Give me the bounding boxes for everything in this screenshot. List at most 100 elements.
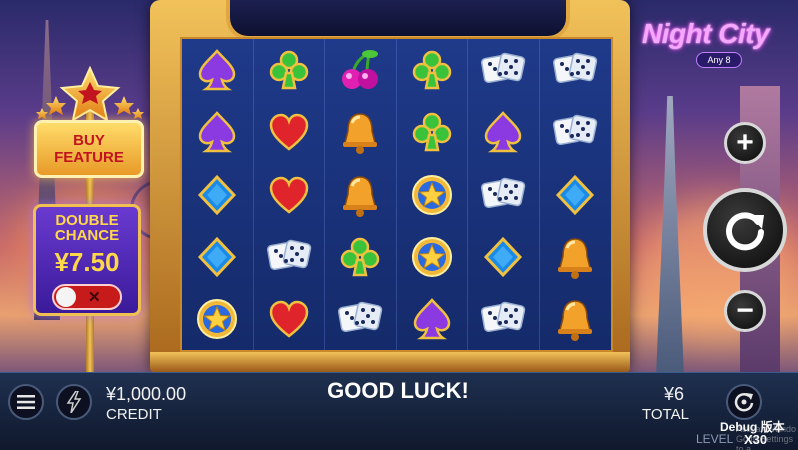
- status-message: GOOD LUCK!: [327, 378, 469, 403]
- reel-cell: [540, 288, 612, 350]
- reel-cell: [397, 163, 468, 225]
- club-icon: [409, 109, 455, 155]
- spade-icon: [194, 109, 240, 155]
- reel-grid: [180, 37, 613, 352]
- buy-feature-label-line2: FEATURE: [54, 149, 124, 166]
- reel-cell: [325, 288, 396, 350]
- credit-label: CREDIT: [106, 406, 162, 423]
- minus-icon: −: [736, 294, 754, 327]
- reel-cell: [325, 101, 396, 163]
- reel-column: [540, 39, 612, 350]
- spin-button[interactable]: [703, 188, 787, 272]
- decrease-bet-button[interactable]: −: [724, 290, 766, 332]
- bell-icon: [552, 234, 598, 280]
- reel-cell: [182, 39, 253, 101]
- lightning-icon: [66, 391, 82, 413]
- reel-cell: [540, 39, 612, 101]
- double-chance-label-line1: DOUBLE: [55, 212, 119, 229]
- reel-column: [397, 39, 468, 350]
- autoplay-button[interactable]: [726, 384, 762, 420]
- reel-column: [182, 39, 254, 350]
- cherry-icon: [337, 47, 383, 93]
- reel-header-panel: [226, 0, 570, 40]
- stars-decoration-icon: [36, 66, 144, 122]
- reel-column: [468, 39, 540, 350]
- game-logo: Night City Any 8: [640, 10, 798, 72]
- reel-cell: [254, 288, 325, 350]
- diamond-icon: [194, 234, 240, 280]
- club-icon: [409, 47, 455, 93]
- dice-icon: [480, 172, 526, 218]
- reel-cell: [254, 226, 325, 288]
- double-chance-panel: DOUBLE CHANCE ¥7.50 ✕: [33, 204, 141, 316]
- dice-icon: [480, 296, 526, 342]
- diamond-icon: [552, 172, 598, 218]
- buy-feature-label-line1: BUY: [73, 132, 105, 149]
- dice-icon: [552, 109, 598, 155]
- reel-cell: [468, 163, 539, 225]
- reel-cell: [397, 39, 468, 101]
- reel-cell: [325, 39, 396, 101]
- star-coin-icon: [409, 234, 455, 280]
- total-bet-value: ¥6: [664, 384, 685, 404]
- reel-frame-base: [150, 352, 630, 372]
- reel-cell: [182, 163, 253, 225]
- club-icon: [337, 234, 383, 280]
- double-chance-label-line2: CHANCE: [54, 227, 120, 244]
- reel-cell: [182, 101, 253, 163]
- reel-cell: [397, 226, 468, 288]
- reel-cell: [254, 39, 325, 101]
- reel-cell: [254, 163, 325, 225]
- os-activation-watermark: Activate Windo Go to Settings to a: [736, 424, 798, 450]
- reel-cell: [468, 288, 539, 350]
- spade-icon: [480, 109, 526, 155]
- increase-bet-button[interactable]: +: [724, 122, 766, 164]
- reel-cell: [468, 101, 539, 163]
- reel-cell: [182, 226, 253, 288]
- double-chance-toggle[interactable]: ✕: [52, 284, 122, 310]
- refresh-icon: [726, 212, 764, 251]
- logo-title: Night City: [642, 18, 770, 49]
- reel-cell: [325, 226, 396, 288]
- star-coin-icon: [194, 296, 240, 342]
- reel-cell: [468, 226, 539, 288]
- menu-button[interactable]: [8, 384, 44, 420]
- dice-icon: [337, 296, 383, 342]
- os-watermark-line1: Activate Windo: [736, 424, 797, 434]
- os-watermark-line2: Go to Settings to a: [736, 434, 794, 450]
- credit-value: ¥1,000.00: [106, 384, 187, 404]
- buy-feature-button[interactable]: BUY FEATURE: [34, 120, 144, 178]
- spade-icon: [194, 47, 240, 93]
- reel-column: [325, 39, 397, 350]
- dice-icon: [266, 234, 312, 280]
- total-bet-label: TOTAL: [642, 406, 689, 423]
- reel-cell: [540, 226, 612, 288]
- reel-cell: [540, 163, 612, 225]
- turbo-button[interactable]: [56, 384, 92, 420]
- logo-subtitle: Any 8: [696, 52, 742, 68]
- dice-icon: [552, 47, 598, 93]
- spade-icon: [409, 296, 455, 342]
- dice-icon: [480, 47, 526, 93]
- reel-cell: [540, 101, 612, 163]
- reel-cell: [325, 163, 396, 225]
- toggle-knob: [56, 287, 76, 307]
- bell-icon: [337, 109, 383, 155]
- reel-cell: [468, 39, 539, 101]
- diamond-icon: [194, 172, 240, 218]
- bell-icon: [552, 296, 598, 342]
- star-coin-icon: [409, 172, 455, 218]
- heart-icon: [266, 109, 312, 155]
- reel-column: [254, 39, 325, 350]
- hamburger-icon: [17, 395, 35, 409]
- autoplay-icon: [734, 393, 754, 412]
- plus-icon: +: [736, 126, 754, 159]
- double-chance-amount: ¥7.50: [54, 247, 120, 277]
- club-icon: [266, 47, 312, 93]
- bell-icon: [337, 172, 383, 218]
- reel-cell: [397, 101, 468, 163]
- reel-cell: [397, 288, 468, 350]
- diamond-icon: [480, 234, 526, 280]
- heart-icon: [266, 296, 312, 342]
- reel-cell: [182, 288, 253, 350]
